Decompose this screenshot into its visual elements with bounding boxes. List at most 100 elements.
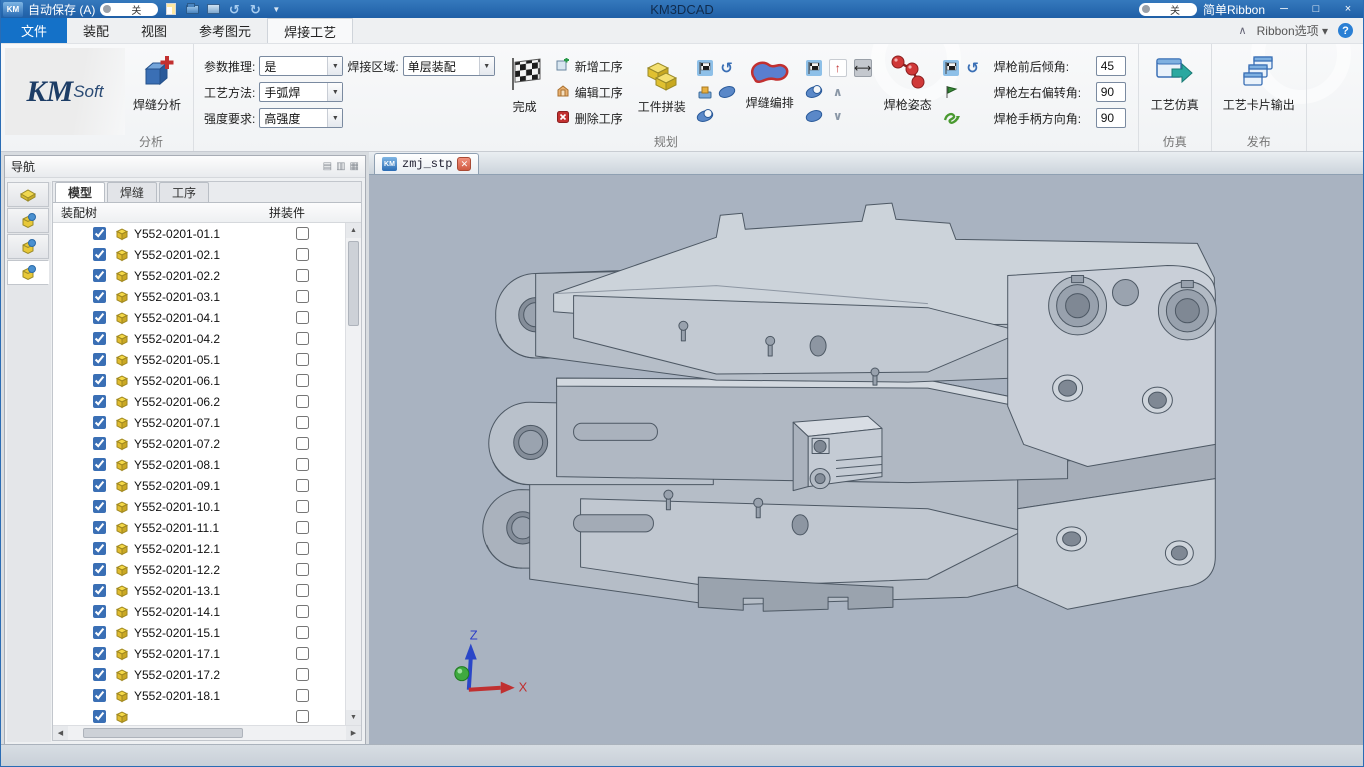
scroll-right-arrow[interactable]: ▶ (346, 726, 361, 740)
visibility-checkbox[interactable] (93, 311, 106, 324)
visibility-checkbox[interactable] (93, 500, 106, 513)
minimize-button[interactable]: ─ (1271, 2, 1297, 17)
reset-rotate-button[interactable]: ↺ (964, 59, 982, 77)
part-assembly-button[interactable]: 工件拼装 (630, 48, 694, 135)
ribbon-options-button[interactable]: Ribbon选项 ▾ (1257, 22, 1328, 39)
assembly-checkbox[interactable] (296, 626, 309, 639)
collapse-ribbon-icon[interactable]: ∧ (1239, 24, 1247, 37)
tab-reference[interactable]: 参考图元 (183, 18, 267, 43)
new-file-button[interactable] (163, 2, 179, 17)
autosave-toggle[interactable]: 关 (100, 3, 158, 16)
capsule-half-button[interactable] (696, 107, 714, 125)
tree-row[interactable]: Y552-0201-12.2 (53, 559, 345, 580)
param-inference-select[interactable]: 是▼ (259, 56, 343, 76)
scrollbar-thumb[interactable] (348, 241, 359, 326)
assembly-checkbox[interactable] (296, 458, 309, 471)
visibility-checkbox[interactable] (93, 689, 106, 702)
process-method-select[interactable]: 手弧焊▼ (259, 82, 343, 102)
scroll-up-arrow[interactable]: ▲ (346, 223, 361, 238)
export-tray-button[interactable] (696, 83, 714, 101)
flag-small-button[interactable] (696, 59, 714, 77)
assembly-checkbox[interactable] (296, 311, 309, 324)
visibility-checkbox[interactable] (93, 248, 106, 261)
edit-step-button[interactable]: 编辑工序 (553, 82, 626, 102)
visibility-checkbox[interactable] (93, 668, 106, 681)
tab-model[interactable]: 模型 (55, 182, 105, 202)
tree-row[interactable]: Y552-0201-12.1 (53, 538, 345, 559)
tree-row[interactable]: Y552-0201-02.1 (53, 244, 345, 265)
redo-button[interactable]: ↻ (247, 2, 263, 17)
assembly-checkbox[interactable] (296, 248, 309, 261)
weld-arrange-button[interactable]: 焊缝编排 (738, 48, 802, 135)
visibility-checkbox[interactable] (93, 353, 106, 366)
help-icon[interactable]: ? (1338, 23, 1353, 38)
visibility-checkbox[interactable] (93, 227, 106, 240)
process-simulation-button[interactable]: 工艺仿真 (1143, 48, 1207, 113)
assembly-checkbox[interactable] (296, 500, 309, 513)
tab-view[interactable]: 视图 (125, 18, 183, 43)
add-step-button[interactable]: 新增工序 (553, 56, 626, 76)
tab-assembly[interactable]: 装配 (67, 18, 125, 43)
capsule-blue-button[interactable] (718, 83, 736, 101)
close-panel-icon[interactable]: ▦ (350, 161, 359, 172)
tab-welding-process[interactable]: 焊接工艺 (267, 18, 353, 43)
assembly-checkbox[interactable] (296, 353, 309, 366)
tree-row[interactable]: Y552-0201-03.1 (53, 286, 345, 307)
assembly-checkbox[interactable] (296, 395, 309, 408)
visibility-checkbox[interactable] (93, 584, 106, 597)
scroll-down-arrow[interactable]: ▼ (346, 710, 361, 725)
flag-pennant-button[interactable] (942, 83, 960, 101)
process-card-output-button[interactable]: 工艺卡片输出 (1216, 48, 1302, 113)
assembly-checkbox[interactable] (296, 668, 309, 681)
capsule-blue-button[interactable] (805, 107, 823, 125)
assembly-checkbox[interactable] (296, 542, 309, 555)
flag-small-button[interactable] (942, 59, 960, 77)
close-button[interactable]: × (1335, 2, 1361, 17)
strip-assembly-button[interactable] (7, 208, 49, 233)
strength-select[interactable]: 高强度▼ (259, 108, 343, 128)
tree-row[interactable]: Y552-0201-04.2 (53, 328, 345, 349)
document-tab[interactable]: KM zmj_stp ✕ (374, 153, 479, 174)
vertical-scrollbar[interactable]: ▲ ▼ (345, 223, 361, 725)
open-file-button[interactable] (184, 2, 200, 17)
visibility-checkbox[interactable] (93, 521, 106, 534)
visibility-checkbox[interactable] (93, 290, 106, 303)
tree-row[interactable]: Y552-0201-11.1 (53, 517, 345, 538)
tab-weld-seam[interactable]: 焊缝 (107, 182, 157, 202)
assembly-checkbox[interactable] (296, 584, 309, 597)
reset-rotate-button[interactable]: ↺ (718, 59, 736, 77)
visibility-checkbox[interactable] (93, 395, 106, 408)
assembly-checkbox[interactable] (296, 521, 309, 534)
chevron-down-icon[interactable]: ∨ (829, 107, 847, 125)
strip-assembly-button-selected[interactable] (7, 260, 49, 285)
tree-row[interactable]: Y552-0201-13.1 (53, 580, 345, 601)
weld-analysis-button[interactable]: 焊缝分析 (125, 48, 189, 135)
quickbar-dropdown-button[interactable]: ▼ (268, 2, 284, 17)
undo-button[interactable]: ↺ (226, 2, 242, 17)
arrow-up-red-button[interactable]: ↑ (829, 59, 847, 77)
delete-step-button[interactable]: 删除工序 (553, 108, 626, 128)
strip-assembly-button[interactable] (7, 234, 49, 259)
assembly-checkbox[interactable] (296, 647, 309, 660)
tree-row[interactable]: Y552-0201-08.1 (53, 454, 345, 475)
weld-region-select[interactable]: 单层装配▼ (403, 56, 495, 76)
visibility-checkbox[interactable] (93, 332, 106, 345)
visibility-checkbox[interactable] (93, 479, 106, 492)
tree-row[interactable]: Y552-0201-10.1 (53, 496, 345, 517)
assembly-checkbox[interactable] (296, 332, 309, 345)
strip-part-button[interactable] (7, 182, 49, 207)
visibility-checkbox[interactable] (93, 416, 106, 429)
viewport-canvas[interactable]: Z X (369, 175, 1363, 745)
assembly-checkbox[interactable] (296, 269, 309, 282)
assembly-checkbox[interactable] (296, 374, 309, 387)
visibility-checkbox[interactable] (93, 563, 106, 576)
visibility-checkbox[interactable] (93, 542, 106, 555)
torch-pose-button[interactable]: 焊枪姿态 (876, 48, 940, 135)
flag-small-button[interactable] (805, 59, 823, 77)
finish-button[interactable]: 完成 (501, 48, 549, 135)
capsule-blue-button[interactable] (805, 83, 823, 101)
torch-angle-input[interactable] (1096, 108, 1126, 128)
tree-row[interactable]: Y552-0201-07.2 (53, 433, 345, 454)
visibility-checkbox[interactable] (93, 626, 106, 639)
torch-angle-input[interactable] (1096, 82, 1126, 102)
